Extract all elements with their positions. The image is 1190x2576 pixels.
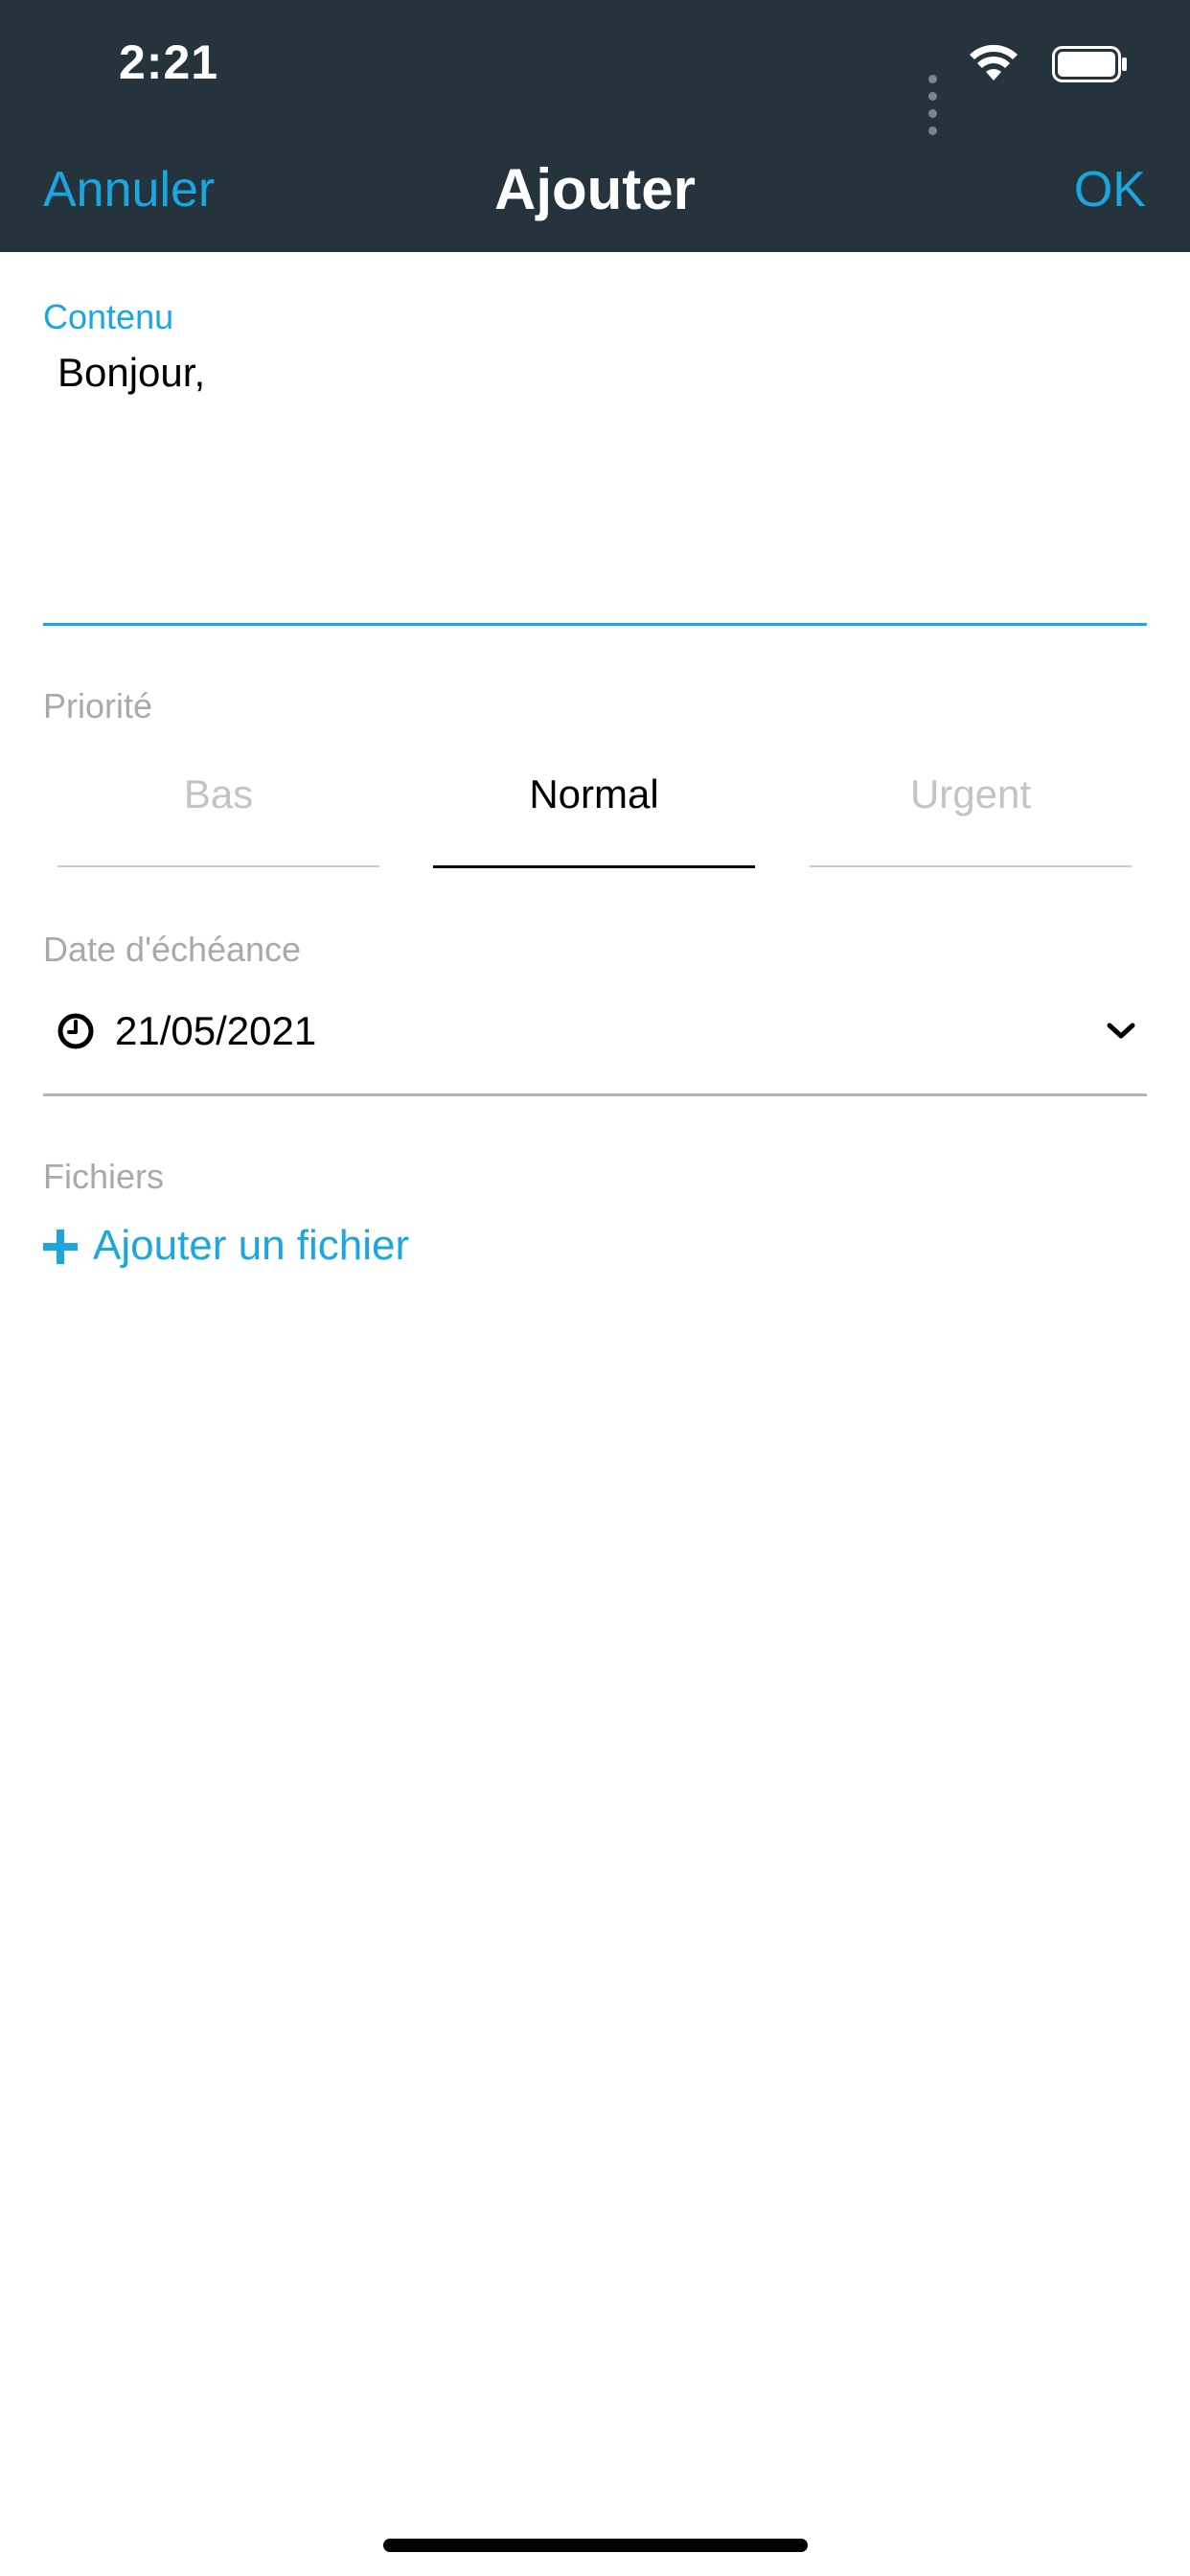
wifi-icon: [970, 44, 1018, 80]
content-textarea[interactable]: Bonjour,: [57, 350, 205, 396]
priority-option-urgent[interactable]: Urgent: [810, 771, 1132, 817]
cellular-signal-icon: [924, 71, 937, 140]
status-time: 2:21: [119, 35, 219, 89]
chevron-down-icon: [1107, 1023, 1135, 1039]
priority-option-normal[interactable]: Normal: [433, 771, 755, 817]
due-date-picker[interactable]: 21/05/2021: [43, 997, 1147, 1102]
add-file-label: Ajouter un fichier: [93, 1222, 410, 1269]
home-indicator[interactable]: [383, 2539, 808, 2552]
ok-button[interactable]: OK: [1074, 161, 1146, 218]
priority-option-urgent-underline: [810, 865, 1132, 867]
content-label: Contenu: [43, 297, 174, 336]
clock-icon: [57, 1013, 94, 1049]
app-header: 2:21 Annuler Ajouter OK: [0, 0, 1190, 252]
battery-icon: [1052, 46, 1127, 82]
due-date-underline: [43, 1093, 1147, 1096]
due-date-value: 21/05/2021: [115, 1008, 317, 1053]
files-label: Fichiers: [43, 1157, 165, 1196]
priority-option-bas[interactable]: Bas: [57, 771, 379, 817]
priority-option-bas-underline: [57, 865, 379, 867]
priority-option-normal-underline: [433, 865, 755, 868]
plus-icon: [43, 1230, 78, 1264]
page-title: Ajouter: [494, 157, 696, 221]
content-underline: [43, 623, 1147, 626]
priority-label: Priorité: [43, 686, 153, 725]
due-date-label: Date d'échéance: [43, 930, 302, 969]
